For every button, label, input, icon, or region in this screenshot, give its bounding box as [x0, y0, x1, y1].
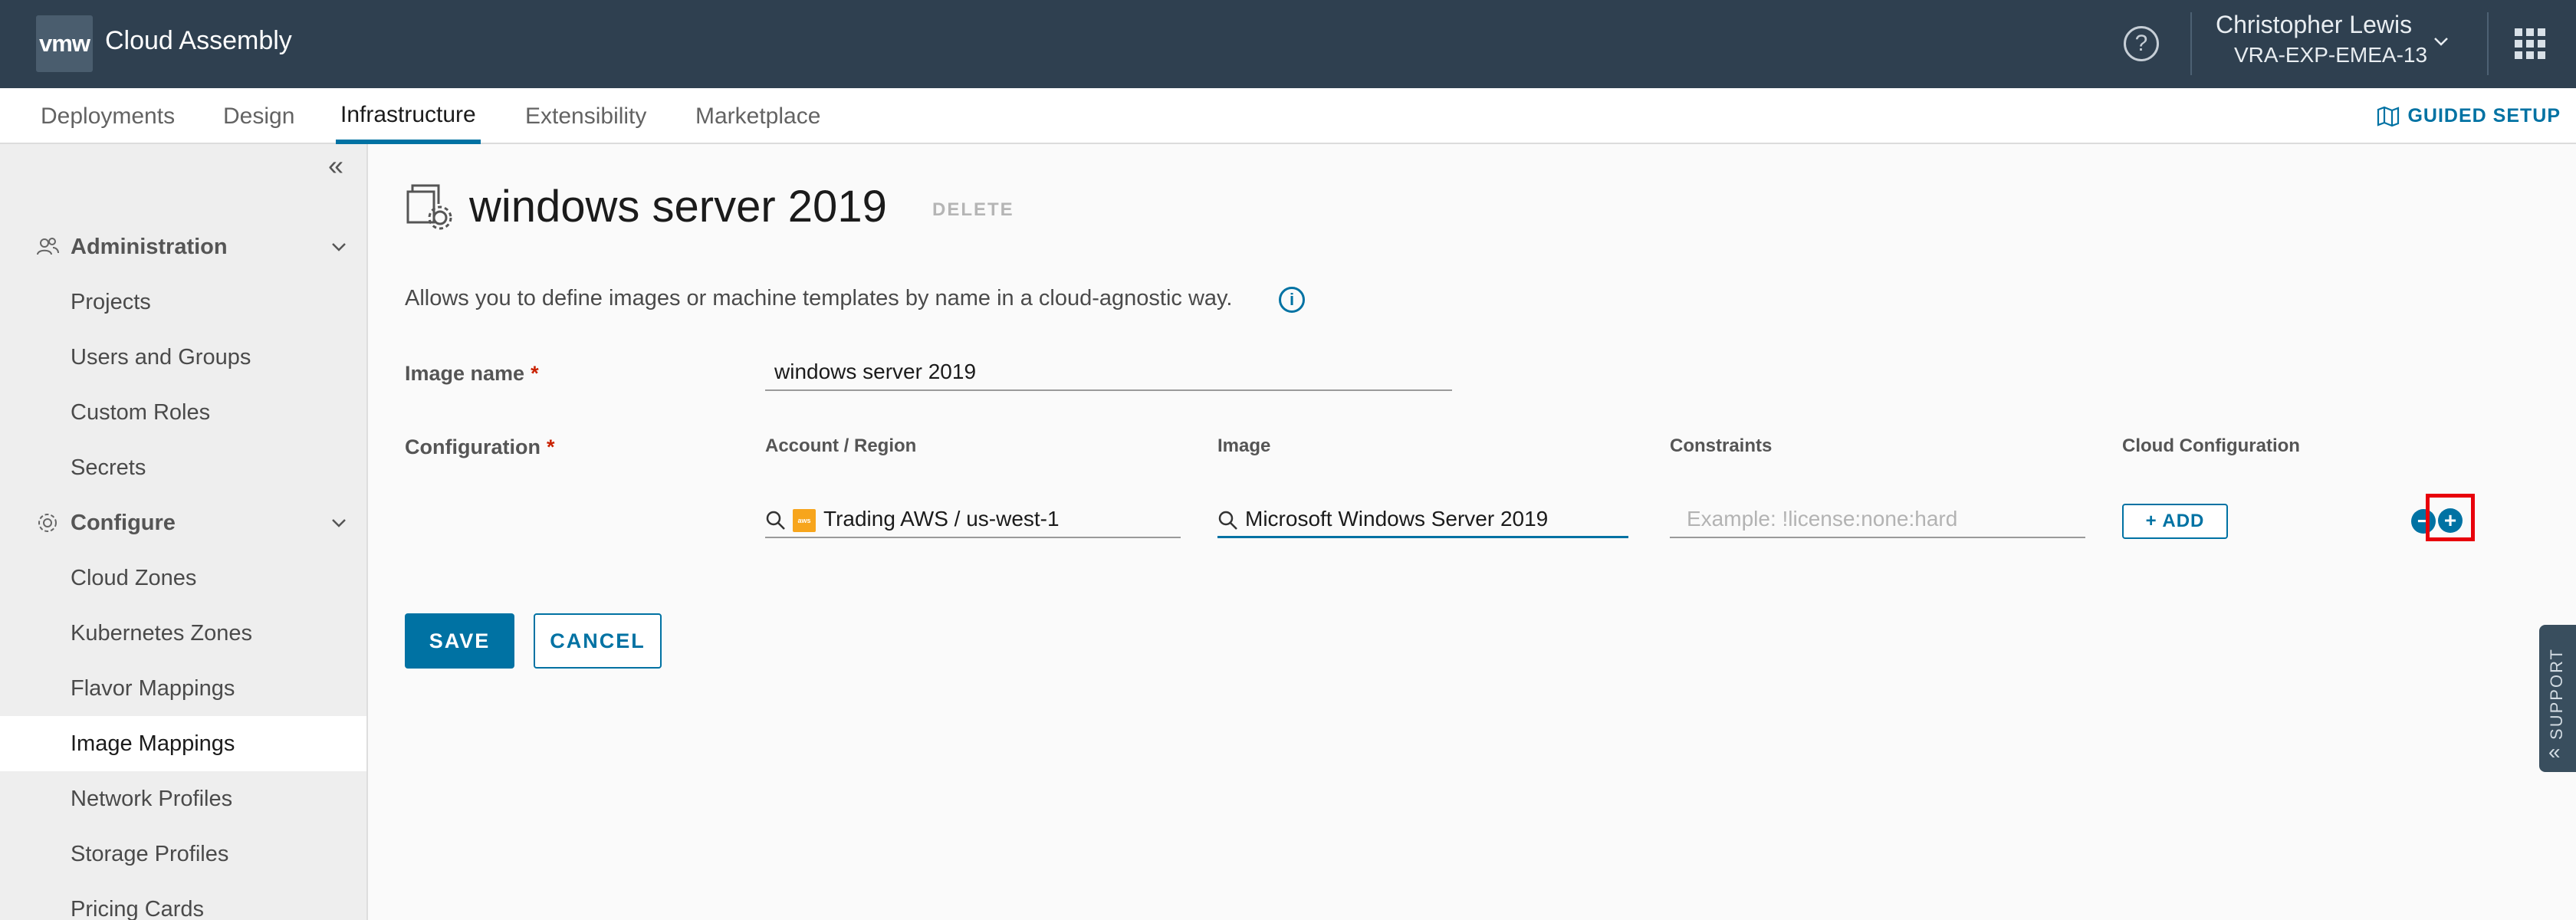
support-tab[interactable]: SUPPORT «	[2539, 625, 2576, 772]
search-icon	[1218, 511, 1237, 530]
sidebar-item-users-and-groups[interactable]: Users and Groups	[0, 330, 366, 385]
required-mark: *	[531, 362, 539, 385]
required-mark: *	[546, 435, 555, 458]
sidebar-item-network-profiles[interactable]: Network Profiles	[0, 771, 366, 826]
image-input[interactable]: Microsoft Windows Server 2019	[1217, 501, 1628, 538]
user-name[interactable]: Christopher Lewis	[2216, 11, 2412, 39]
column-header-account-region: Account / Region	[765, 435, 917, 456]
guided-setup-label: GUIDED SETUP	[2407, 105, 2561, 127]
account-region-input[interactable]: aws Trading AWS / us-west-1	[765, 501, 1181, 538]
help-icon[interactable]: ?	[2124, 26, 2159, 61]
delete-button[interactable]: DELETE	[932, 199, 1014, 221]
main-nav: Deployments Design Infrastructure Extens…	[0, 88, 2576, 144]
header-divider	[2190, 12, 2192, 75]
sidebar-item-projects[interactable]: Projects	[0, 274, 366, 330]
add-cloud-configuration-button[interactable]: + ADD	[2122, 504, 2228, 539]
tab-deployments[interactable]: Deployments	[41, 88, 175, 144]
top-header: vmw Cloud Assembly ? Christopher Lewis V…	[0, 0, 2576, 88]
column-header-image: Image	[1217, 435, 1271, 456]
app-title: Cloud Assembly	[105, 26, 292, 55]
sidebar-item-secrets[interactable]: Secrets	[0, 440, 366, 495]
double-chevron-left-icon: «	[2548, 740, 2561, 764]
map-icon	[2377, 106, 2400, 127]
image-mapping-icon	[406, 184, 452, 230]
vmware-logo[interactable]: vmw	[36, 15, 93, 72]
sidebar-item-storage-profiles[interactable]: Storage Profiles	[0, 826, 366, 882]
users-icon	[37, 238, 59, 255]
page-title: windows server 2019	[469, 182, 887, 232]
page-description: Allows you to define images or machine t…	[405, 286, 1233, 310]
sidebar-item-flavor-mappings[interactable]: Flavor Mappings	[0, 661, 366, 716]
tab-marketplace[interactable]: Marketplace	[695, 88, 820, 144]
highlight-annotation	[2426, 494, 2475, 541]
sidebar-item-kubernetes-zones[interactable]: Kubernetes Zones	[0, 606, 366, 661]
sidebar-item-image-mappings[interactable]: Image Mappings	[0, 716, 366, 771]
chevron-down-icon[interactable]	[2432, 32, 2450, 51]
user-org[interactable]: VRA-EXP-EMEA-13	[2234, 43, 2427, 67]
column-header-cloud-configuration: Cloud Configuration	[2122, 435, 2300, 456]
image-value: Microsoft Windows Server 2019	[1245, 507, 1549, 531]
tab-infrastructure[interactable]: Infrastructure	[336, 88, 481, 144]
sidebar-group-configure[interactable]: Configure	[0, 500, 368, 546]
support-label: SUPPORT	[2547, 648, 2566, 740]
chevron-down-icon[interactable]	[330, 238, 348, 256]
header-divider	[2487, 12, 2489, 75]
column-header-constraints: Constraints	[1670, 435, 1773, 456]
save-button[interactable]: SAVE	[405, 613, 514, 669]
constraints-input[interactable]: Example: !license:none:hard	[1670, 501, 2085, 538]
sidebar-group-label: Administration	[71, 234, 228, 259]
sidebar-item-custom-roles[interactable]: Custom Roles	[0, 385, 366, 440]
aws-icon: aws	[793, 508, 816, 532]
guided-setup-link[interactable]: GUIDED SETUP	[2377, 88, 2561, 144]
search-icon	[766, 511, 785, 530]
sidebar-group-administration[interactable]: Administration	[0, 224, 368, 270]
app-launcher-icon[interactable]	[2515, 28, 2545, 59]
gear-icon	[38, 514, 57, 532]
account-region-value: Trading AWS / us-west-1	[823, 507, 1060, 531]
image-name-label: Image name *	[405, 362, 539, 385]
tab-extensibility[interactable]: Extensibility	[525, 88, 646, 144]
info-icon[interactable]: i	[1279, 287, 1305, 313]
double-chevron-left-icon[interactable]: «	[328, 152, 353, 179]
sidebar-item-cloud-zones[interactable]: Cloud Zones	[0, 550, 366, 606]
sidebar: « Administration Projects Users and Grou…	[0, 144, 368, 920]
chevron-down-icon[interactable]	[330, 514, 348, 532]
tab-design[interactable]: Design	[223, 88, 294, 144]
sidebar-group-label: Configure	[71, 510, 176, 535]
image-name-input[interactable]: windows server 2019	[765, 354, 1452, 391]
configuration-label: Configuration *	[405, 435, 555, 458]
sidebar-item-pricing-cards[interactable]: Pricing Cards	[0, 882, 366, 920]
cancel-button[interactable]: CANCEL	[534, 613, 662, 669]
